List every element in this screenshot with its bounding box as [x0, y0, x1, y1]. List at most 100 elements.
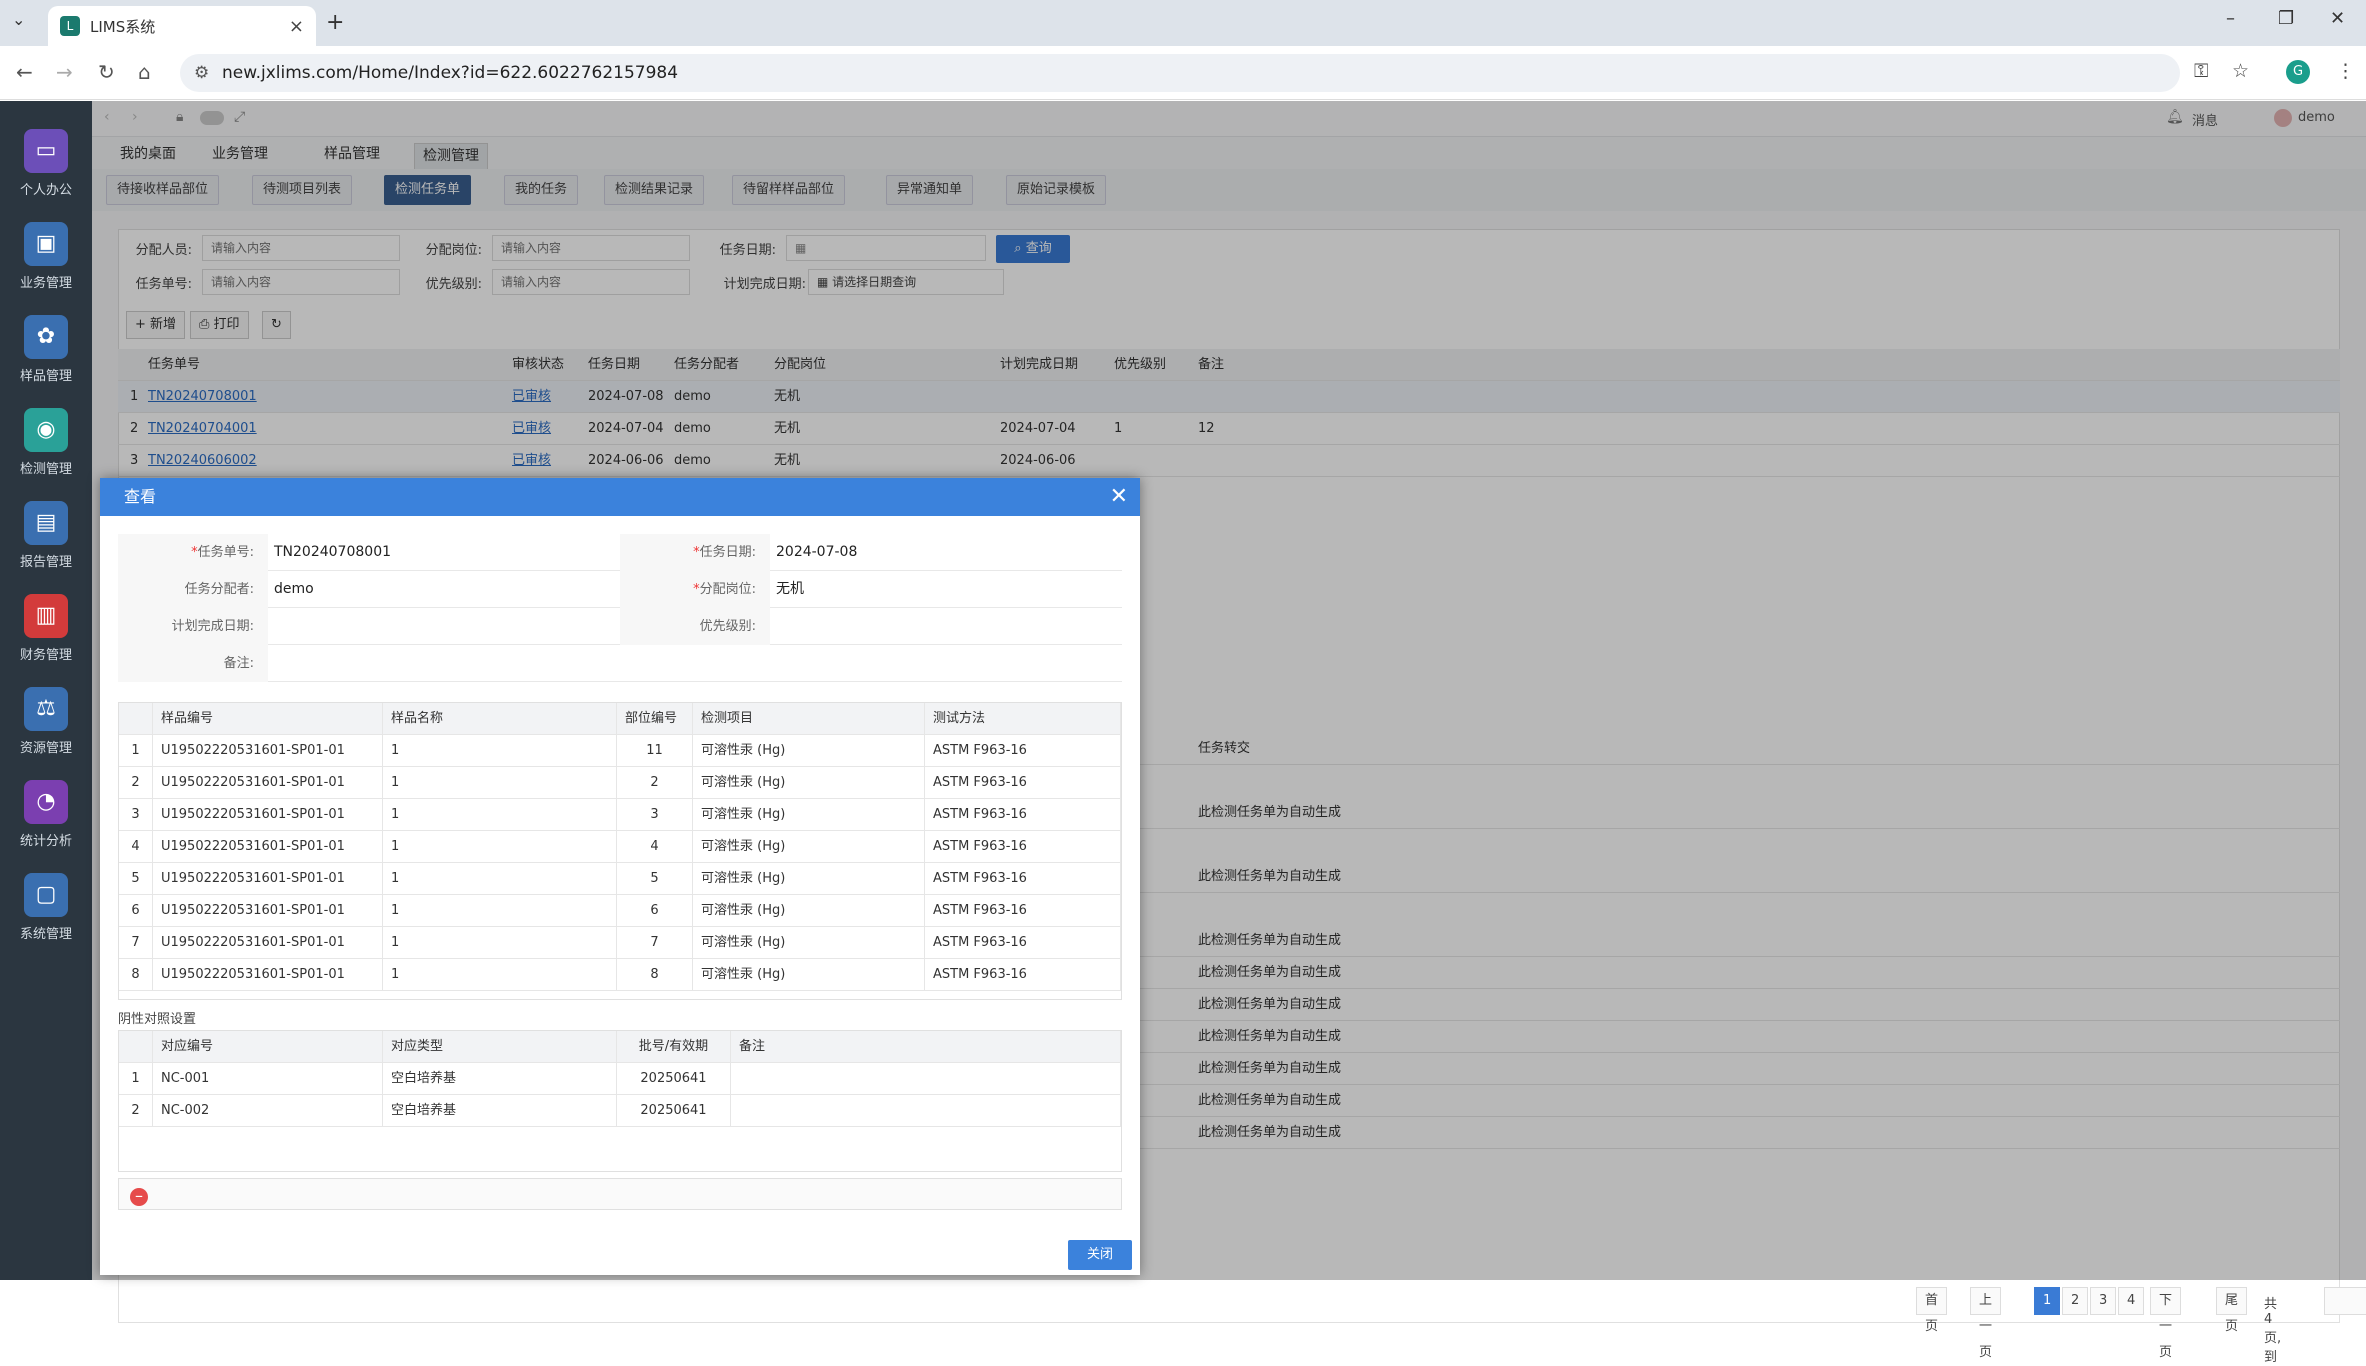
sample-name: 1	[383, 767, 617, 799]
restore-icon[interactable]: ❐	[2278, 8, 2294, 29]
password-key-icon[interactable]: ⚿	[2194, 60, 2208, 82]
test-method: ASTM F963-16	[925, 927, 1121, 959]
close-button[interactable]: 关闭	[1068, 1240, 1132, 1270]
browser-tab-bar: ⌄ L LIMS系统 × + – ❐ ✕	[0, 0, 2366, 46]
test-method: ASTM F963-16	[925, 735, 1121, 767]
sample-code: U19502220531601-SP01-01	[153, 767, 383, 799]
bookmark-star-icon[interactable]: ☆	[2232, 60, 2249, 82]
close-tab-icon[interactable]: ×	[289, 16, 304, 37]
part-number: 8	[617, 959, 693, 991]
control-remark	[731, 1063, 1121, 1095]
part-number: 11	[617, 735, 693, 767]
sample-name: 1	[383, 863, 617, 895]
test-item: 可溶性汞 (Hg)	[693, 831, 925, 863]
sample-row: 8 U19502220531601-SP01-01 1 8 可溶性汞 (Hg) ASTM …	[119, 959, 1121, 991]
sidebar-item[interactable]: ▢ 系统管理	[0, 865, 92, 955]
sidebar-item-label: 业务管理	[19, 276, 72, 291]
form-task-no-label: *任务单号:	[118, 534, 268, 571]
sample-name: 1	[383, 831, 617, 863]
form-remark-value	[268, 645, 274, 682]
sidebar-item[interactable]: ◔ 统计分析	[0, 772, 92, 862]
sidebar-item[interactable]: ▥ 财务管理	[0, 586, 92, 676]
browser-menu-icon[interactable]: ⋮	[2336, 60, 2355, 82]
form-remark-label: 备注:	[118, 645, 268, 682]
back-icon[interactable]: ←	[16, 60, 33, 84]
boxes-icon: ✿	[24, 315, 68, 359]
control-code: NC-001	[153, 1063, 383, 1095]
pager-page-4[interactable]: 4	[2118, 1287, 2145, 1315]
url-text: new.jxlims.com/Home/Index?id=622.6022762…	[222, 63, 679, 83]
sidebar-item[interactable]: ⚖ 资源管理	[0, 679, 92, 769]
negative-control-toolbar	[118, 1178, 1122, 1210]
sidebar-item[interactable]: ✿ 样品管理	[0, 307, 92, 397]
part-number: 4	[617, 831, 693, 863]
dialog-title: 查看	[124, 487, 157, 506]
sidebar-item-label: 报告管理	[19, 555, 72, 570]
sample-name: 1	[383, 959, 617, 991]
reload-icon[interactable]: ↻	[98, 60, 115, 84]
pager-page-1[interactable]: 1	[2034, 1287, 2061, 1315]
sidebar-item-label: 统计分析	[19, 834, 72, 849]
home-icon[interactable]: ⌂	[138, 60, 151, 84]
tab-list-chevron-icon[interactable]: ⌄	[12, 10, 25, 29]
negative-control-title: 阴性对照设置	[118, 1012, 197, 1027]
sidebar-item-label: 财务管理	[19, 648, 72, 663]
sidebar-item[interactable]: ▭ 个人办公	[0, 121, 92, 211]
test-item: 可溶性汞 (Hg)	[693, 895, 925, 927]
sample-header-cell: 样品编号	[153, 703, 383, 735]
pin-icon: ◉	[24, 408, 68, 452]
row-number: 6	[119, 895, 153, 927]
test-method: ASTM F963-16	[925, 863, 1121, 895]
close-icon[interactable]: ✕	[1110, 478, 1128, 516]
pie-icon: ◔	[24, 780, 68, 824]
url-field[interactable]: ⚙ new.jxlims.com/Home/Index?id=622.60227…	[180, 54, 2180, 92]
form-assigner-label: 任务分配者:	[118, 571, 268, 608]
monitor-icon: ▢	[24, 873, 68, 917]
row-number: 1	[119, 735, 153, 767]
browser-tab[interactable]: L LIMS系统 ×	[48, 6, 316, 46]
profile-avatar[interactable]: G	[2286, 60, 2310, 84]
test-method: ASTM F963-16	[925, 799, 1121, 831]
sample-row: 1 U19502220531601-SP01-01 1 11 可溶性汞 (Hg) ASTM…	[119, 735, 1121, 767]
pager-last[interactable]: 尾页	[2216, 1287, 2248, 1334]
pager-next[interactable]: 下一页	[2150, 1287, 2182, 1360]
sidebar-item-label: 系统管理	[19, 927, 72, 942]
new-tab-button[interactable]: +	[326, 10, 344, 35]
sample-code: U19502220531601-SP01-01	[153, 927, 383, 959]
pager-page-3[interactable]: 3	[2090, 1287, 2117, 1315]
sidebar-item[interactable]: ▤ 报告管理	[0, 493, 92, 583]
minimize-icon[interactable]: –	[2226, 8, 2235, 29]
forward-icon[interactable]: →	[56, 60, 73, 84]
sidebar-item[interactable]: ▣ 业务管理	[0, 214, 92, 304]
computer-icon: ▭	[24, 129, 68, 173]
sidebar-item-label: 个人办公	[19, 183, 72, 198]
sample-row: 3 U19502220531601-SP01-01 1 3 可溶性汞 (Hg) ASTM …	[119, 799, 1121, 831]
col-index	[119, 1031, 153, 1063]
test-item: 可溶性汞 (Hg)	[693, 863, 925, 895]
pager-first[interactable]: 首页	[1916, 1287, 1948, 1334]
sample-row: 4 U19502220531601-SP01-01 1 4 可溶性汞 (Hg) ASTM …	[119, 831, 1121, 863]
form-task-no-value: TN20240708001	[274, 544, 392, 560]
part-number: 6	[617, 895, 693, 927]
sidebar-item[interactable]: ◉ 检测管理	[0, 400, 92, 490]
site-info-icon[interactable]: ⚙	[194, 54, 209, 92]
sample-header-cell: 检测项目	[693, 703, 925, 735]
sample-header-cell: 部位编号	[617, 703, 693, 735]
pager-prev[interactable]: 上一页	[1970, 1287, 2002, 1360]
dialog-header: 查看 ✕	[100, 478, 1140, 516]
row-number: 3	[119, 799, 153, 831]
remove-row-icon[interactable]: –	[130, 1188, 148, 1206]
negative-row: 1 NC-001 空白培养基 20250641	[119, 1063, 1121, 1095]
close-window-icon[interactable]: ✕	[2330, 8, 2345, 29]
sample-table-header: 样品编号 样品名称 部位编号 检测项目 测试方法	[119, 703, 1121, 735]
batch-number: 20250641	[617, 1063, 731, 1095]
pager-goto-input[interactable]	[2324, 1287, 2366, 1315]
negative-row: 2 NC-002 空白培养基 20250641	[119, 1095, 1121, 1127]
part-number: 7	[617, 927, 693, 959]
sample-name: 1	[383, 927, 617, 959]
sample-row: 7 U19502220531601-SP01-01 1 7 可溶性汞 (Hg) ASTM …	[119, 927, 1121, 959]
view-dialog: 查看 ✕ *任务单号: TN20240708001 *任务日期: 2024-07…	[100, 478, 1140, 1275]
form-post-label: *分配岗位:	[620, 571, 770, 608]
sample-code: U19502220531601-SP01-01	[153, 895, 383, 927]
pager-page-2[interactable]: 2	[2062, 1287, 2089, 1315]
